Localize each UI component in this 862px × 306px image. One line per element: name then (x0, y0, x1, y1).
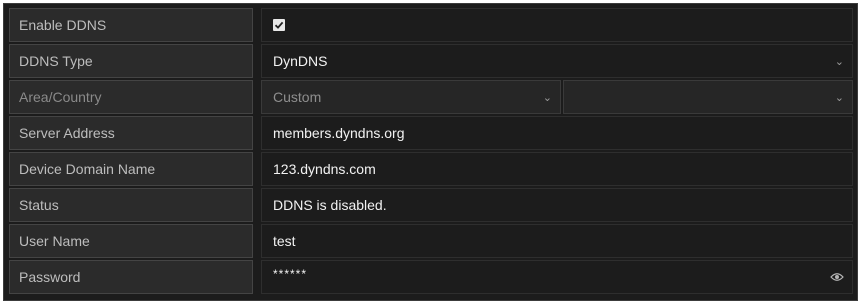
server-address-field[interactable]: members.dyndns.org (261, 116, 853, 150)
area-country-label: Area/Country (9, 80, 253, 114)
password-value: ****** (273, 267, 308, 281)
enable-ddns-checkbox[interactable] (273, 19, 285, 31)
device-domain-name-field[interactable]: 123.dyndns.com (261, 152, 853, 186)
enable-ddns-label: Enable DDNS (9, 8, 253, 42)
status-label: Status (9, 188, 253, 222)
ddns-type-select[interactable]: DynDNS ⌄ (261, 44, 853, 78)
user-name-label: User Name (9, 224, 253, 258)
row-password: Password ****** (9, 260, 853, 294)
row-area-country: Area/Country Custom ⌄ ⌄ (9, 80, 853, 114)
enable-ddns-cell (261, 8, 853, 42)
password-field[interactable]: ****** (261, 260, 853, 294)
chevron-down-icon: ⌄ (542, 90, 552, 104)
chevron-down-icon: ⌄ (834, 54, 844, 68)
device-domain-name-value: 123.dyndns.com (273, 161, 376, 177)
checkmark-icon (274, 21, 284, 29)
password-label: Password (9, 260, 253, 294)
row-ddns-type: DDNS Type DynDNS ⌄ (9, 44, 853, 78)
row-user-name: User Name test (9, 224, 853, 258)
area-country-secondary-select[interactable]: ⌄ (563, 80, 853, 114)
area-country-select[interactable]: Custom ⌄ (261, 80, 561, 114)
area-country-value: Custom (273, 89, 322, 105)
server-address-label: Server Address (9, 116, 253, 150)
row-enable-ddns: Enable DDNS (9, 8, 853, 42)
eye-icon[interactable] (830, 272, 844, 282)
area-country-selects: Custom ⌄ ⌄ (261, 80, 853, 114)
row-status: Status DDNS is disabled. (9, 188, 853, 222)
server-address-value: members.dyndns.org (273, 125, 405, 141)
chevron-down-icon: ⌄ (834, 90, 844, 104)
row-server-address: Server Address members.dyndns.org (9, 116, 853, 150)
user-name-value: test (273, 233, 296, 249)
ddns-type-label: DDNS Type (9, 44, 253, 78)
row-device-domain-name: Device Domain Name 123.dyndns.com (9, 152, 853, 186)
ddns-settings-panel: Enable DDNS DDNS Type DynDNS ⌄ Area/Coun… (3, 3, 858, 301)
status-value: DDNS is disabled. (273, 197, 387, 213)
device-domain-name-label: Device Domain Name (9, 152, 253, 186)
status-cell: DDNS is disabled. (261, 188, 853, 222)
ddns-type-value: DynDNS (273, 53, 328, 69)
user-name-field[interactable]: test (261, 224, 853, 258)
